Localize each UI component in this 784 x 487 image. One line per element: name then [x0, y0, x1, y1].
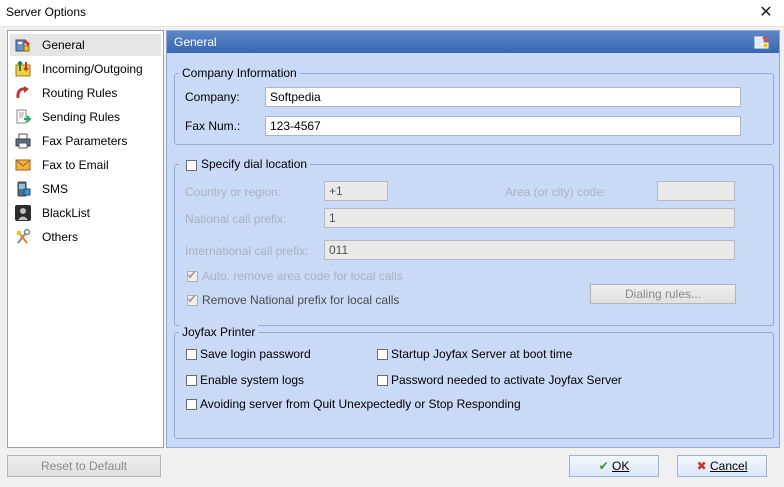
sidebar-item-label: Routing Rules: [42, 86, 118, 100]
check-icon: ✔: [598, 459, 609, 473]
sidebar-item-label: Sending Rules: [42, 110, 121, 124]
sending-rules-icon: [16, 109, 31, 124]
sidebar-item-sending-rules[interactable]: Sending Rules: [10, 106, 161, 128]
general-panel: General Company Information Company: Fax…: [166, 30, 780, 448]
national-prefix-input[interactable]: [324, 208, 735, 228]
ok-button[interactable]: ✔ OK: [569, 455, 659, 477]
window-title: Server Options: [6, 5, 87, 19]
incoming-outgoing-icon: [15, 61, 31, 77]
enable-system-logs-checkbox[interactable]: [186, 375, 197, 386]
international-prefix-label: International call prefix:: [185, 244, 309, 258]
country-region-label: Country or region:: [185, 185, 282, 199]
sidebar-item-fax-to-email[interactable]: Fax to Email: [10, 154, 161, 176]
company-information-legend: Company Information: [179, 66, 300, 80]
cancel-label: Cancel: [710, 459, 748, 473]
check-icon: ✔: [187, 292, 198, 306]
dialing-rules-button[interactable]: Dialing rules...: [590, 284, 736, 304]
specify-dial-location-checkbox[interactable]: [186, 160, 197, 171]
sidebar-item-label: Fax to Email: [42, 158, 109, 172]
panel-title: General: [174, 35, 217, 49]
enable-system-logs-label: Enable system logs: [200, 373, 305, 387]
company-input[interactable]: [265, 87, 741, 107]
panel-header: General: [167, 31, 779, 53]
fax-num-label: Fax Num.:: [185, 119, 241, 133]
startup-at-boot-label: Startup Joyfax Server at boot time: [391, 347, 573, 361]
sidebar-item-label: Others: [42, 230, 79, 244]
area-code-input[interactable]: [657, 181, 735, 201]
auto-remove-area-code-label: Auto. remove area code for local calls: [202, 269, 403, 283]
sidebar-item-label: Fax Parameters: [42, 134, 128, 148]
sidebar-item-fax-parameters[interactable]: Fax Parameters: [10, 130, 161, 152]
auto-remove-area-code-checkbox[interactable]: ✔: [187, 268, 198, 282]
fax-num-input[interactable]: [265, 116, 741, 136]
routing-rules-icon: [16, 86, 29, 99]
reset-to-default-button[interactable]: Reset to Default: [7, 455, 161, 477]
sidebar-item-general[interactable]: General: [10, 34, 161, 56]
fax-parameters-icon: [15, 133, 31, 149]
ok-label: OK: [612, 459, 630, 473]
general-icon: [15, 39, 30, 52]
dial-location-group: Specify dial location Country or region:…: [174, 157, 774, 326]
joyfax-printer-group: Joyfax Printer Save login password Start…: [174, 325, 774, 439]
country-region-input[interactable]: [324, 181, 388, 201]
sidebar-item-blacklist[interactable]: BlackList: [10, 202, 161, 224]
sms-icon: [17, 181, 31, 197]
title-bar: Server Options ✕: [0, 0, 784, 27]
company-label: Company:: [185, 90, 240, 104]
sidebar-item-routing-rules[interactable]: Routing Rules: [10, 82, 161, 104]
sidebar-item-label: General: [42, 38, 85, 52]
save-login-password-checkbox[interactable]: [186, 349, 197, 360]
fax-to-email-icon: [15, 159, 31, 171]
sidebar-item-label: BlackList: [42, 206, 91, 220]
password-needed-checkbox[interactable]: [377, 375, 388, 386]
avoiding-quit-label: Avoiding server from Quit Unexpectedly o…: [200, 397, 521, 411]
joyfax-printer-legend: Joyfax Printer: [179, 325, 259, 339]
sidebar-item-sms[interactable]: SMS: [10, 178, 161, 200]
cancel-icon: ✖: [696, 459, 707, 473]
others-icon: [17, 229, 31, 244]
dial-location-legend: Specify dial location: [179, 157, 311, 171]
avoiding-quit-checkbox[interactable]: [186, 399, 197, 410]
international-prefix-input[interactable]: [324, 240, 735, 260]
close-button[interactable]: ✕: [752, 2, 780, 24]
sidebar-item-others[interactable]: Others: [10, 226, 161, 248]
general-icon: [754, 36, 769, 49]
remove-national-prefix-label: Remove National prefix for local calls: [202, 293, 400, 307]
check-icon: ✔: [187, 268, 198, 282]
sidebar-item-label: SMS: [42, 182, 69, 196]
sidebar-item-incoming-outgoing[interactable]: Incoming/Outgoing: [10, 58, 161, 80]
password-needed-label: Password needed to activate Joyfax Serve…: [391, 373, 622, 387]
company-information-group: Company Information Company: Fax Num.:: [174, 66, 774, 145]
blacklist-icon: [15, 205, 31, 221]
remove-national-prefix-checkbox[interactable]: ✔: [187, 292, 198, 306]
save-login-password-label: Save login password: [200, 347, 311, 361]
startup-at-boot-checkbox[interactable]: [377, 349, 388, 360]
sidebar: General Incoming/Outgoing Routing Rules …: [7, 30, 164, 448]
area-code-label: Area (or city) code:: [505, 185, 607, 199]
sidebar-item-label: Incoming/Outgoing: [42, 62, 143, 76]
cancel-button[interactable]: ✖ Cancel: [677, 455, 767, 477]
national-prefix-label: National call prefix:: [185, 212, 287, 226]
